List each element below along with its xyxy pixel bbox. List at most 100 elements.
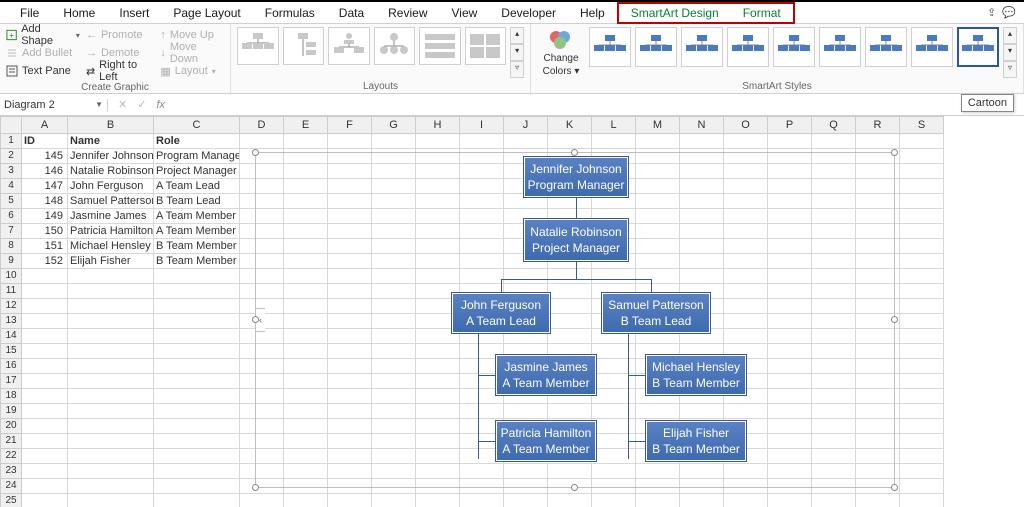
cell-B10[interactable] [68, 269, 154, 284]
cell-A16[interactable] [22, 359, 68, 374]
cell-O25[interactable] [724, 494, 768, 507]
cell-C1[interactable]: Role [154, 134, 240, 149]
layout-thumb-1[interactable] [237, 27, 279, 65]
cell-B7[interactable]: Patricia Hamilton [68, 224, 154, 239]
fx-icon[interactable]: fx [156, 99, 165, 111]
cell-K1[interactable] [548, 134, 592, 149]
cell-B2[interactable]: Jennifer Johnson [68, 149, 154, 164]
text-pane-button[interactable]: Text Pane [6, 63, 80, 79]
cell-C11[interactable] [154, 284, 240, 299]
add-shape-button[interactable]: + Add Shape ▾ [6, 27, 80, 43]
cell-G1[interactable] [372, 134, 416, 149]
style-thumb-5[interactable] [773, 27, 815, 67]
col-header-G[interactable]: G [372, 116, 416, 134]
cell-S22[interactable] [900, 449, 944, 464]
cell-C18[interactable] [154, 389, 240, 404]
tab-data[interactable]: Data [327, 2, 376, 24]
col-header-R[interactable]: R [856, 116, 900, 134]
cell-J25[interactable] [504, 494, 548, 507]
cell-A7[interactable]: 150 [22, 224, 68, 239]
cell-R25[interactable] [856, 494, 900, 507]
cell-A11[interactable] [22, 284, 68, 299]
col-header-N[interactable]: N [680, 116, 724, 134]
cell-S10[interactable] [900, 269, 944, 284]
cell-S21[interactable] [900, 434, 944, 449]
cell-C14[interactable] [154, 329, 240, 344]
cell-C15[interactable] [154, 344, 240, 359]
name-box[interactable]: Diagram 2▼ [0, 99, 108, 111]
cell-A8[interactable]: 151 [22, 239, 68, 254]
cell-C24[interactable] [154, 479, 240, 494]
row-header-14[interactable]: 14 [0, 329, 22, 344]
col-header-A[interactable]: A [22, 116, 68, 134]
layout-thumb-3[interactable] [328, 27, 370, 65]
cell-N25[interactable] [680, 494, 724, 507]
tab-formulas[interactable]: Formulas [253, 2, 327, 24]
cell-C22[interactable] [154, 449, 240, 464]
tab-format[interactable]: Format [731, 2, 793, 24]
cell-A20[interactable] [22, 419, 68, 434]
cell-J1[interactable] [504, 134, 548, 149]
cell-B22[interactable] [68, 449, 154, 464]
org-node-project-manager[interactable]: Natalie RobinsonProject Manager [524, 219, 628, 261]
cell-B4[interactable]: John Ferguson [68, 179, 154, 194]
style-thumb-8[interactable] [911, 27, 953, 67]
cell-B25[interactable] [68, 494, 154, 507]
cell-A5[interactable]: 148 [22, 194, 68, 209]
org-node-a-member-1[interactable]: Jasmine JamesA Team Member [496, 355, 596, 395]
row-header-8[interactable]: 8 [0, 239, 22, 254]
cell-C7[interactable]: A Team Member [154, 224, 240, 239]
cell-M25[interactable] [636, 494, 680, 507]
smartart-frame[interactable]: ‹ Jennifer JohnsonProgram Manager [255, 152, 895, 488]
tab-file[interactable]: File [8, 2, 51, 24]
row-header-10[interactable]: 10 [0, 269, 22, 284]
col-header-F[interactable]: F [328, 116, 372, 134]
styles-scroll[interactable]: ▴▾▿ [1003, 27, 1017, 78]
cell-B9[interactable]: Elijah Fisher [68, 254, 154, 269]
cell-B14[interactable] [68, 329, 154, 344]
cell-S12[interactable] [900, 299, 944, 314]
style-thumb-3[interactable] [681, 27, 723, 67]
cell-S25[interactable] [900, 494, 944, 507]
row-header-5[interactable]: 5 [0, 194, 22, 209]
row-header-3[interactable]: 3 [0, 164, 22, 179]
col-header-C[interactable]: C [154, 116, 240, 134]
col-header-J[interactable]: J [504, 116, 548, 134]
cell-S20[interactable] [900, 419, 944, 434]
cell-B21[interactable] [68, 434, 154, 449]
cell-S2[interactable] [900, 149, 944, 164]
row-header-23[interactable]: 23 [0, 464, 22, 479]
layout-thumb-2[interactable] [283, 27, 325, 65]
col-header-B[interactable]: B [68, 116, 154, 134]
col-header-L[interactable]: L [592, 116, 636, 134]
col-header-I[interactable]: I [460, 116, 504, 134]
layout-thumb-5[interactable] [419, 27, 461, 65]
cell-D25[interactable] [240, 494, 284, 507]
col-header-O[interactable]: O [724, 116, 768, 134]
cell-S6[interactable] [900, 209, 944, 224]
cell-C17[interactable] [154, 374, 240, 389]
cell-S11[interactable] [900, 284, 944, 299]
cell-C2[interactable]: Program Manager [154, 149, 240, 164]
cell-B5[interactable]: Samuel Patterson [68, 194, 154, 209]
cell-C4[interactable]: A Team Lead [154, 179, 240, 194]
row-header-25[interactable]: 25 [0, 494, 22, 507]
cell-P1[interactable] [768, 134, 812, 149]
style-thumb-1[interactable] [589, 27, 631, 67]
cell-A14[interactable] [22, 329, 68, 344]
cell-H1[interactable] [416, 134, 460, 149]
col-header-K[interactable]: K [548, 116, 592, 134]
cell-B18[interactable] [68, 389, 154, 404]
cell-S15[interactable] [900, 344, 944, 359]
cell-A25[interactable] [22, 494, 68, 507]
cell-F25[interactable] [328, 494, 372, 507]
cell-I25[interactable] [460, 494, 504, 507]
cell-L1[interactable] [592, 134, 636, 149]
row-header-11[interactable]: 11 [0, 284, 22, 299]
cell-A9[interactable]: 152 [22, 254, 68, 269]
comments-icon[interactable]: 💬 [1002, 6, 1016, 19]
cell-B8[interactable]: Michael Hensley [68, 239, 154, 254]
cell-C5[interactable]: B Team Lead [154, 194, 240, 209]
cell-A22[interactable] [22, 449, 68, 464]
tab-home[interactable]: Home [51, 2, 107, 24]
